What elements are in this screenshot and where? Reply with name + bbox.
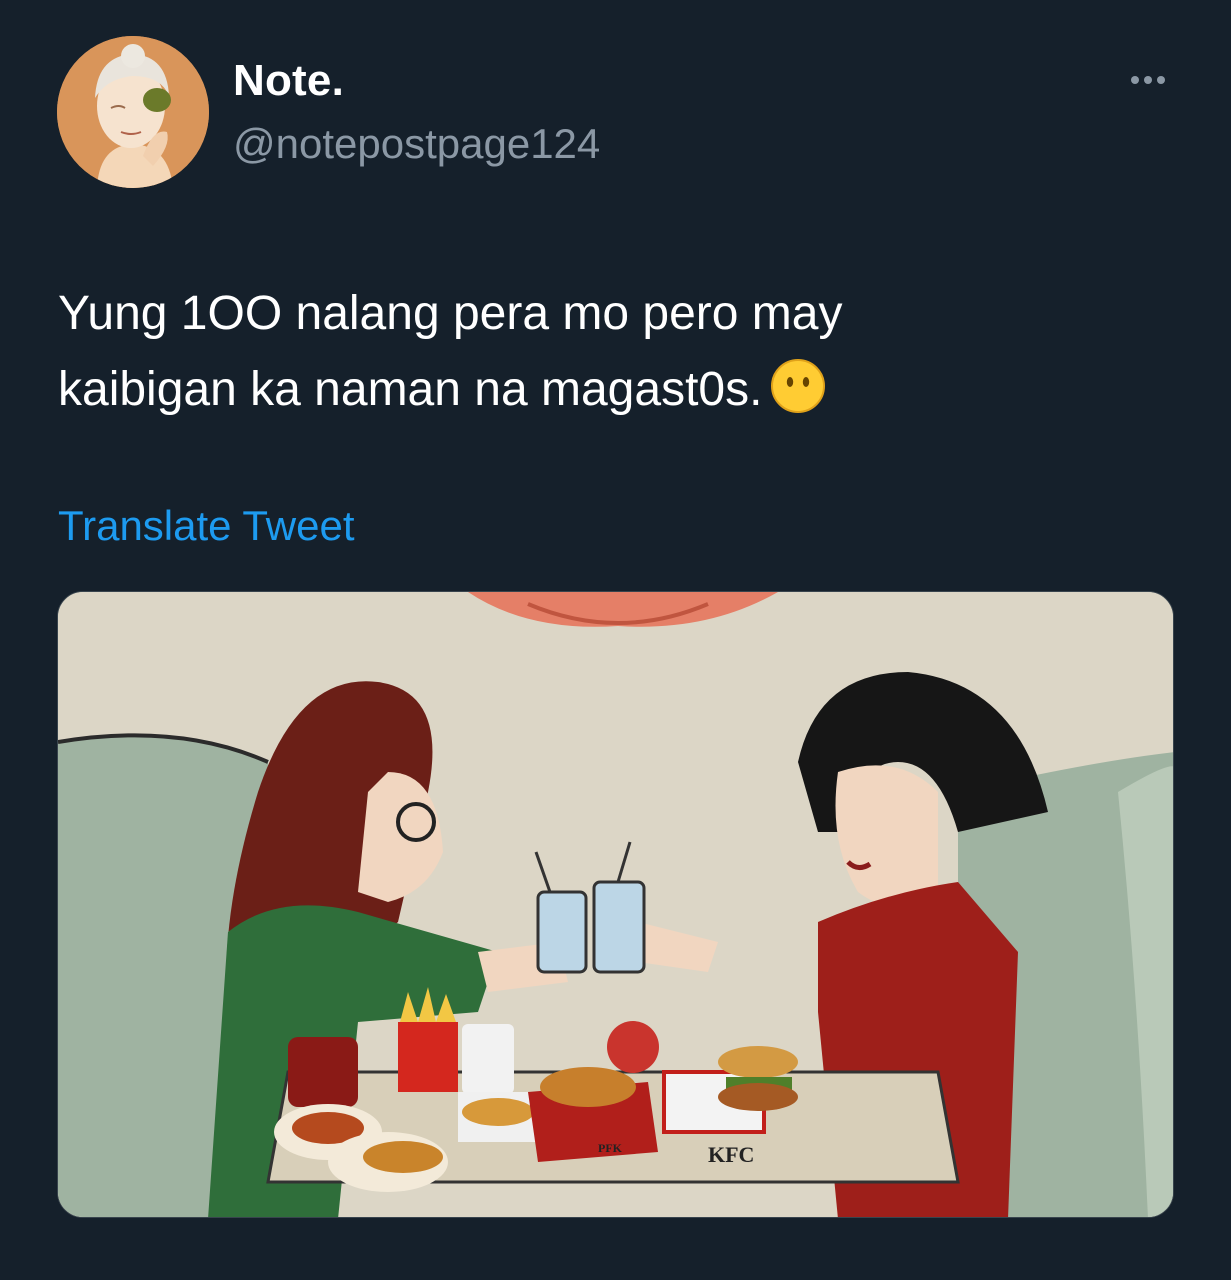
display-name[interactable]: Note. [233, 56, 344, 106]
more-icon-dot [1131, 76, 1139, 84]
avatar[interactable] [57, 36, 209, 188]
tweet: Note. @notepostpage124 Yung 1OO nalang p… [0, 0, 1231, 1280]
face-without-mouth-icon [771, 359, 826, 414]
tweet-media[interactable]: PFK KFC [57, 591, 1174, 1218]
translate-tweet-link[interactable]: Translate Tweet [58, 502, 354, 550]
avatar-portrait-icon [57, 36, 209, 188]
more-icon-dot [1144, 76, 1152, 84]
kfc-label: KFC [708, 1142, 754, 1167]
pfk-label: PFK [598, 1141, 623, 1155]
tweet-text: Yung 1OO nalang pera mo pero may kaibiga… [58, 276, 1168, 428]
more-icon-dot [1157, 76, 1165, 84]
tweet-body: Yung 1OO nalang pera mo pero may kaibiga… [58, 287, 843, 416]
meme-image: PFK KFC [58, 592, 1173, 1217]
user-handle[interactable]: @notepostpage124 [233, 120, 600, 168]
more-options-button[interactable] [1120, 60, 1176, 100]
